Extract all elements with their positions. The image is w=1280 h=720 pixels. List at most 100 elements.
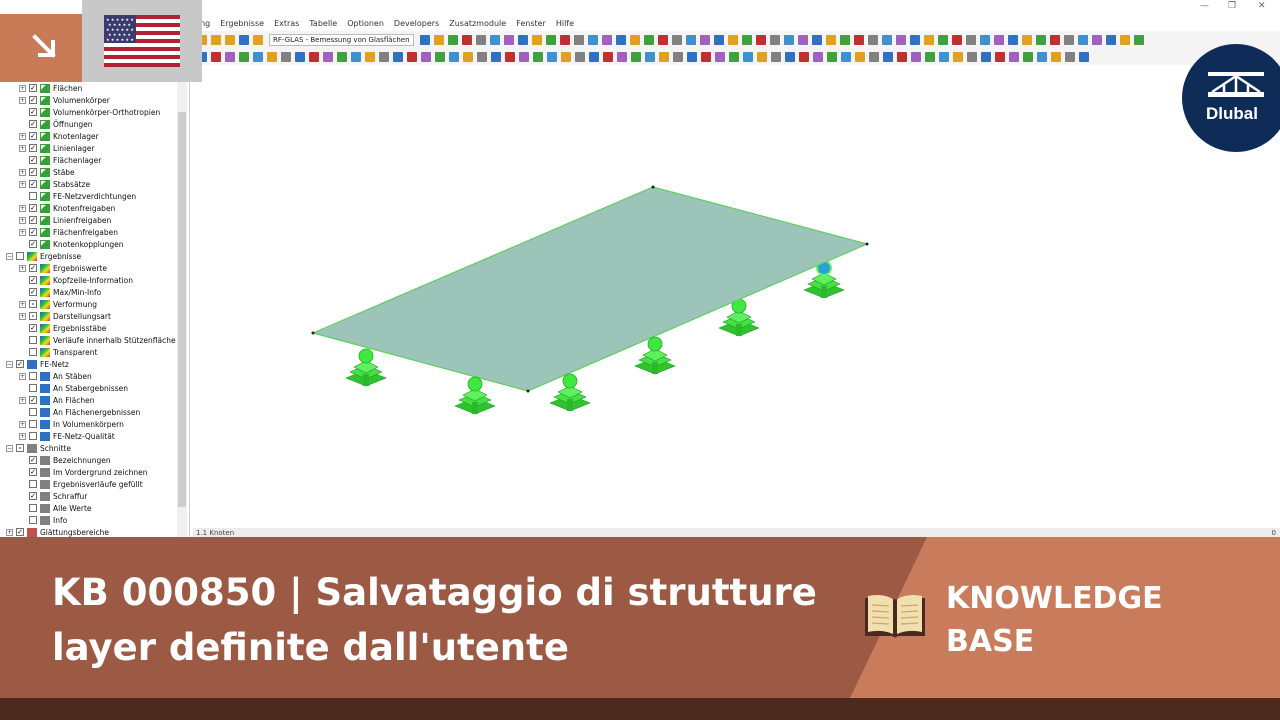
- toolbar-icon[interactable]: [881, 34, 892, 45]
- toolbar-icon[interactable]: [365, 51, 375, 62]
- toolbar-icon[interactable]: [729, 51, 739, 62]
- toolbar-icon[interactable]: [1065, 51, 1075, 62]
- tree-checkbox[interactable]: ✓: [29, 204, 37, 212]
- toolbar-icon[interactable]: [1007, 34, 1018, 45]
- tree-expander-icon[interactable]: +: [19, 96, 26, 104]
- toolbar-icon[interactable]: [1009, 51, 1019, 62]
- toolbar-icon[interactable]: [351, 51, 361, 62]
- tree-checkbox[interactable]: [29, 372, 37, 380]
- toolbar-icon[interactable]: [687, 51, 697, 62]
- nodal-support[interactable]: [549, 373, 591, 412]
- toolbar-icon[interactable]: [825, 34, 836, 45]
- toolbar-icon[interactable]: [547, 51, 557, 62]
- minimize-icon[interactable]: —: [1200, 1, 1209, 11]
- toolbar-icon[interactable]: [575, 51, 585, 62]
- toolbar-icon[interactable]: [253, 34, 263, 45]
- toolbar-icon[interactable]: [491, 51, 501, 62]
- toolbar-icon[interactable]: [811, 34, 822, 45]
- toolbar-icon[interactable]: [827, 51, 837, 62]
- tree-checkbox[interactable]: [29, 336, 37, 344]
- menu-item[interactable]: Hilfe: [556, 19, 574, 28]
- tree-checkbox[interactable]: [29, 516, 37, 524]
- toolbar-icon[interactable]: [783, 34, 794, 45]
- tree-checkbox[interactable]: ✓: [29, 468, 37, 476]
- tree-checkbox[interactable]: [29, 408, 37, 416]
- toolbar-icon[interactable]: [869, 51, 879, 62]
- toolbar-icon[interactable]: [659, 51, 669, 62]
- toolbar-icon[interactable]: [519, 51, 529, 62]
- tree-item[interactable]: + Verformung: [19, 298, 97, 310]
- toolbar-icon[interactable]: [895, 34, 906, 45]
- toolbar-icon[interactable]: [965, 34, 976, 45]
- toolbar-icon[interactable]: [1049, 34, 1060, 45]
- toolbar-icon[interactable]: [755, 34, 766, 45]
- tree-expander-icon[interactable]: +: [19, 144, 26, 152]
- tree-item[interactable]: + ✓ Knotenfreigaben: [19, 202, 115, 214]
- toolbar-icon[interactable]: [911, 51, 921, 62]
- tree-item[interactable]: + ✓ Linienlager: [19, 142, 95, 154]
- tree-item[interactable]: + ✓ Ergebniswerte: [19, 262, 107, 274]
- toolbar-icon[interactable]: [743, 51, 753, 62]
- toolbar-icon[interactable]: [461, 34, 472, 45]
- toolbar-icon[interactable]: [603, 51, 613, 62]
- tree-checkbox[interactable]: ✓: [29, 108, 37, 116]
- toolbar-icon[interactable]: [1037, 51, 1047, 62]
- tree-expander-icon[interactable]: +: [19, 228, 26, 236]
- tree-expander-icon[interactable]: +: [19, 432, 26, 440]
- tree-checkbox[interactable]: ✓: [16, 528, 24, 536]
- tree-item[interactable]: − Ergebnisse: [6, 250, 81, 262]
- toolbar-icon[interactable]: [1119, 34, 1130, 45]
- tree-checkbox[interactable]: [29, 348, 37, 356]
- tree-item[interactable]: + ✓ Volumenkörper: [19, 94, 110, 106]
- tree-checkbox[interactable]: ✓: [29, 84, 37, 92]
- tree-checkbox[interactable]: [29, 432, 37, 440]
- toolbar-icon[interactable]: [559, 34, 570, 45]
- toolbar-icon[interactable]: [1021, 34, 1032, 45]
- toolbar-icon[interactable]: [993, 34, 1004, 45]
- toolbar-icon[interactable]: [477, 51, 487, 62]
- toolbar-icon[interactable]: [953, 51, 963, 62]
- restore-icon[interactable]: ❐: [1228, 1, 1236, 11]
- toolbar-icon[interactable]: [505, 51, 515, 62]
- tree-checkbox[interactable]: ✓: [29, 288, 37, 296]
- toolbar-icon[interactable]: [337, 51, 347, 62]
- toolbar-icon[interactable]: [713, 34, 724, 45]
- tree-checkbox[interactable]: ✓: [29, 144, 37, 152]
- toolbar-icon[interactable]: [937, 34, 948, 45]
- toolbar-icon[interactable]: [281, 51, 291, 62]
- toolbar-icon[interactable]: [1023, 51, 1033, 62]
- toolbar-icon[interactable]: [853, 34, 864, 45]
- tree-item[interactable]: + In Volumenkörpern: [19, 418, 124, 430]
- toolbar-icon[interactable]: [587, 34, 598, 45]
- toolbar-icon[interactable]: [309, 51, 319, 62]
- toolbar-icon[interactable]: [673, 51, 683, 62]
- toolbar-icon[interactable]: [883, 51, 893, 62]
- menu-item[interactable]: Ergebnisse: [220, 19, 264, 28]
- tree-item[interactable]: + ✓ Stabsätze: [19, 178, 90, 190]
- glass-plate-surface[interactable]: [311, 186, 869, 392]
- tree-expander-icon[interactable]: +: [19, 132, 26, 140]
- tree-item[interactable]: +Info: [19, 514, 67, 526]
- tree-expander-icon[interactable]: −: [6, 252, 13, 260]
- tree-expander-icon[interactable]: +: [19, 420, 26, 428]
- module-dropdown[interactable]: RF-GLAS - Bemessung von Glasflächen: [269, 33, 414, 46]
- nodal-support[interactable]: [454, 376, 496, 415]
- tree-item[interactable]: +✓Kopfzeile-Information: [19, 274, 133, 286]
- toolbar-icon[interactable]: [517, 34, 528, 45]
- toolbar-icon[interactable]: [771, 51, 781, 62]
- tree-checkbox[interactable]: [29, 192, 37, 200]
- toolbar-icon[interactable]: [867, 34, 878, 45]
- toolbar-icon[interactable]: [785, 51, 795, 62]
- tree-checkbox[interactable]: [16, 444, 24, 452]
- tree-checkbox[interactable]: ✓: [29, 324, 37, 332]
- toolbar-icon[interactable]: [267, 51, 277, 62]
- tree-checkbox[interactable]: [29, 312, 37, 320]
- toolbar-icon[interactable]: [645, 51, 655, 62]
- tree-item[interactable]: +✓Öffnungen: [19, 118, 92, 130]
- tree-expander-icon[interactable]: +: [19, 312, 26, 320]
- tree-checkbox[interactable]: ✓: [29, 228, 37, 236]
- toolbar-icon[interactable]: [1063, 34, 1074, 45]
- toolbar-icon[interactable]: [463, 51, 473, 62]
- toolbar-icon[interactable]: [211, 51, 221, 62]
- tree-item[interactable]: + ✓ Glättungsbereiche: [6, 526, 109, 537]
